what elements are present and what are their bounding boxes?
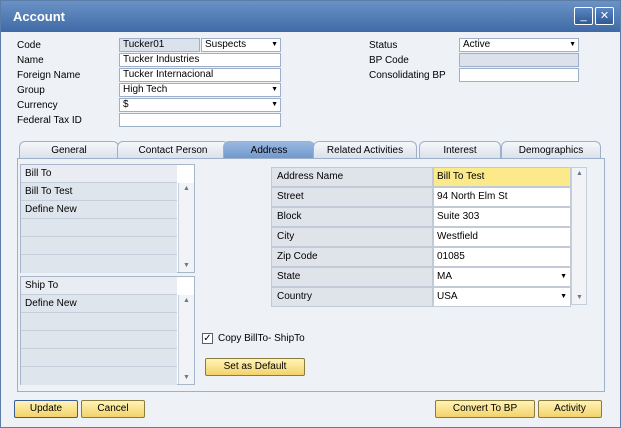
street-label: Street — [271, 187, 433, 207]
address-name-label: Address Name — [271, 167, 433, 187]
title-bar[interactable]: Account _ ✕ — [1, 1, 620, 32]
set-as-default-button[interactable]: Set as Default — [205, 358, 305, 376]
tab-demographics[interactable]: Demographics — [501, 141, 601, 159]
ship-to-list: Ship To Define New ▲ ▼ — [20, 276, 195, 385]
list-item[interactable]: Define New — [21, 295, 177, 313]
address-row-zip: Zip Code 01085 — [271, 247, 571, 267]
name-label: Name — [17, 55, 44, 66]
state-select[interactable]: MA — [433, 267, 571, 287]
ship-to-scrollbar[interactable]: ▲ ▼ — [178, 295, 194, 384]
scroll-down-icon[interactable]: ▼ — [179, 372, 194, 384]
list-item-empty — [21, 237, 177, 255]
code-type-select[interactable]: Suspects — [201, 38, 281, 52]
consolidating-bp-field[interactable] — [459, 68, 579, 82]
scroll-up-icon[interactable]: ▲ — [179, 295, 194, 307]
group-label: Group — [17, 85, 45, 96]
status-label: Status — [369, 40, 398, 51]
foreign-name-label: Foreign Name — [17, 70, 81, 81]
tab-bar: General Contact Person Address Related A… — [17, 141, 605, 159]
address-name-field[interactable]: Bill To Test — [433, 167, 571, 187]
account-window: Account _ ✕ Code Tucker01 Suspects Name … — [0, 0, 621, 428]
code-label: Code — [17, 40, 41, 51]
state-label: State — [271, 267, 433, 287]
bill-to-scrollbar[interactable]: ▲ ▼ — [178, 183, 194, 272]
foreign-name-field[interactable]: Tucker Internacional — [119, 68, 281, 82]
consolidating-bp-label: Consolidating BP — [369, 70, 446, 81]
bp-code-label: BP Code — [369, 55, 409, 66]
zip-code-field[interactable]: 01085 — [433, 247, 571, 267]
convert-to-bp-button[interactable]: Convert To BP — [435, 400, 535, 418]
window-title: Account — [13, 9, 65, 24]
address-row-street: Street 94 North Elm St — [271, 187, 571, 207]
update-button[interactable]: Update — [14, 400, 78, 418]
name-field[interactable]: Tucker Industries — [119, 53, 281, 67]
country-label: Country — [271, 287, 433, 307]
bill-to-list: Bill To Bill To Test Define New ▲ ▼ — [20, 164, 195, 273]
tab-address[interactable]: Address — [223, 141, 315, 159]
list-item-empty — [21, 331, 177, 349]
list-item[interactable]: Bill To Test — [21, 183, 177, 201]
zip-code-label: Zip Code — [271, 247, 433, 267]
currency-select[interactable]: $ — [119, 98, 281, 112]
federal-tax-id-field[interactable] — [119, 113, 281, 127]
address-row-country: Country USA — [271, 287, 571, 307]
list-item-empty — [21, 219, 177, 237]
address-row-city: City Westfield — [271, 227, 571, 247]
address-row-address-name: Address Name Bill To Test — [271, 167, 571, 187]
code-field[interactable]: Tucker01 — [119, 38, 200, 52]
address-scrollbar[interactable]: ▲ ▼ — [571, 167, 587, 305]
ship-to-header: Ship To — [21, 277, 177, 295]
block-field[interactable]: Suite 303 — [433, 207, 571, 227]
federal-tax-id-label: Federal Tax ID — [17, 115, 82, 126]
tab-related-activities[interactable]: Related Activities — [313, 141, 417, 159]
copy-billto-shipto-checkbox[interactable]: ✓ — [202, 333, 213, 344]
scroll-down-icon[interactable]: ▼ — [572, 292, 587, 304]
list-item-empty — [21, 349, 177, 367]
list-item-empty — [21, 313, 177, 331]
list-item[interactable]: Define New — [21, 201, 177, 219]
country-select[interactable]: USA — [433, 287, 571, 307]
cancel-button[interactable]: Cancel — [81, 400, 145, 418]
scroll-up-icon[interactable]: ▲ — [179, 183, 194, 195]
scroll-up-icon[interactable]: ▲ — [572, 168, 587, 180]
address-row-state: State MA — [271, 267, 571, 287]
tab-general[interactable]: General — [19, 141, 119, 159]
street-field[interactable]: 94 North Elm St — [433, 187, 571, 207]
list-item-empty — [21, 367, 177, 385]
city-label: City — [271, 227, 433, 247]
scroll-down-icon[interactable]: ▼ — [179, 260, 194, 272]
address-row-block: Block Suite 303 — [271, 207, 571, 227]
city-field[interactable]: Westfield — [433, 227, 571, 247]
currency-label: Currency — [17, 100, 58, 111]
bp-code-field[interactable] — [459, 53, 579, 67]
group-select[interactable]: High Tech — [119, 83, 281, 97]
close-icon[interactable]: ✕ — [595, 7, 614, 25]
bill-to-header: Bill To — [21, 165, 177, 183]
minimize-icon[interactable]: _ — [574, 7, 593, 25]
activity-button[interactable]: Activity — [538, 400, 602, 418]
block-label: Block — [271, 207, 433, 227]
list-item-empty — [21, 255, 177, 273]
tab-contact-person[interactable]: Contact Person — [117, 141, 229, 159]
copy-billto-shipto-label: Copy BillTo- ShipTo — [218, 333, 305, 344]
tab-interest[interactable]: Interest — [419, 141, 501, 159]
status-select[interactable]: Active — [459, 38, 579, 52]
